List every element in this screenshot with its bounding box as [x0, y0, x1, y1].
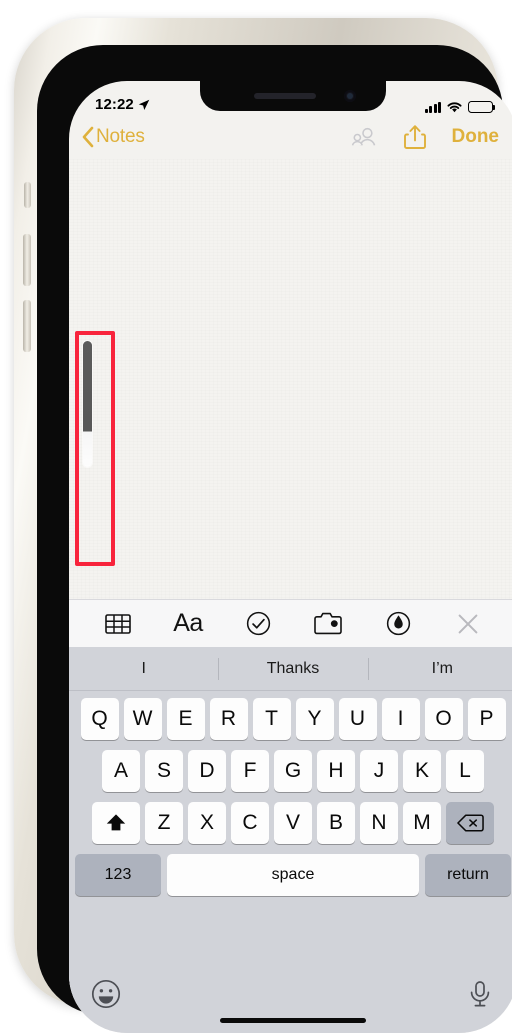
key-l[interactable]: L — [446, 750, 484, 792]
key-z[interactable]: Z — [145, 802, 183, 844]
key-e[interactable]: E — [166, 698, 205, 740]
key-y[interactable]: Y — [295, 698, 334, 740]
prediction-3[interactable]: I’m — [367, 647, 512, 691]
back-to-notes-button[interactable]: Notes — [81, 126, 145, 148]
emoji-smiley-icon[interactable] — [91, 979, 121, 1009]
back-button-label: Notes — [96, 126, 145, 147]
return-key[interactable]: return — [425, 854, 511, 896]
close-icon[interactable] — [447, 603, 489, 645]
device-screen: 12:22 Notes Done Aa I Thanks I’m Q W E R… — [69, 81, 512, 1033]
prediction-2[interactable]: Thanks — [218, 647, 367, 691]
volume-up-button[interactable] — [23, 234, 31, 286]
key-n[interactable]: N — [360, 802, 398, 844]
numbers-key[interactable]: 123 — [75, 854, 161, 896]
mute-switch[interactable] — [24, 182, 31, 208]
key-c[interactable]: C — [231, 802, 269, 844]
key-m[interactable]: M — [403, 802, 441, 844]
shift-icon[interactable] — [92, 802, 140, 844]
predictive-text-bar: I Thanks I’m — [69, 647, 512, 691]
device-bezel: 12:22 Notes Done Aa I Thanks I’m Q W E R… — [37, 45, 512, 1033]
nav-bar: Notes Done — [69, 115, 512, 159]
signal-bars-icon — [424, 101, 441, 113]
keyboard-row-2: A S D F G H J K L — [72, 750, 512, 792]
status-time-label: 12:22 — [95, 96, 134, 113]
key-k[interactable]: K — [403, 750, 441, 792]
key-u[interactable]: U — [338, 698, 377, 740]
key-t[interactable]: T — [252, 698, 291, 740]
keyboard: I Thanks I’m Q W E R T Y U I O P A S D F… — [69, 647, 512, 1033]
battery-full-icon — [468, 101, 496, 113]
key-g[interactable]: G — [274, 750, 312, 792]
key-w[interactable]: W — [123, 698, 162, 740]
delete-backspace-icon[interactable] — [446, 802, 494, 844]
key-d[interactable]: D — [188, 750, 226, 792]
key-i[interactable]: I — [381, 698, 420, 740]
key-b[interactable]: B — [317, 802, 355, 844]
space-key[interactable]: space — [167, 854, 419, 896]
location-arrow-icon — [138, 99, 150, 110]
key-r[interactable]: R — [209, 698, 248, 740]
share-icon[interactable] — [403, 124, 426, 150]
key-f[interactable]: F — [231, 750, 269, 792]
annotation-highlight-box — [75, 331, 115, 566]
text-format-icon[interactable]: Aa — [167, 603, 209, 645]
key-p[interactable]: P — [467, 698, 506, 740]
earpiece-speaker — [254, 93, 316, 99]
device-frame: 12:22 Notes Done Aa I Thanks I’m Q W E R… — [14, 18, 512, 1033]
key-a[interactable]: A — [102, 750, 140, 792]
key-v[interactable]: V — [274, 802, 312, 844]
markup-pen-icon[interactable] — [377, 603, 419, 645]
chevron-left-icon — [82, 126, 94, 148]
status-indicators — [424, 101, 496, 113]
key-j[interactable]: J — [360, 750, 398, 792]
wifi-icon — [447, 102, 462, 113]
volume-down-button[interactable] — [23, 300, 31, 352]
camera-icon[interactable] — [307, 603, 349, 645]
nav-actions: Done — [351, 124, 500, 150]
key-x[interactable]: X — [188, 802, 226, 844]
key-q[interactable]: Q — [80, 698, 119, 740]
key-rows: Q W E R T Y U I O P A S D F G H J K L Z … — [69, 691, 512, 971]
microphone-icon[interactable] — [465, 979, 495, 1009]
keyboard-row-3: Z X C V B N M — [72, 802, 512, 844]
table-icon[interactable] — [97, 603, 139, 645]
front-camera-icon — [344, 90, 356, 102]
status-time: 12:22 — [95, 96, 150, 113]
keyboard-row-4: 123 space return — [72, 854, 512, 896]
format-toolbar: Aa — [69, 599, 512, 647]
notch — [200, 81, 386, 111]
key-o[interactable]: O — [424, 698, 463, 740]
keyboard-row-1: Q W E R T Y U I O P — [72, 698, 512, 740]
add-person-icon[interactable] — [351, 126, 378, 148]
home-indicator[interactable] — [220, 1018, 366, 1023]
checklist-icon[interactable] — [237, 603, 279, 645]
prediction-1[interactable]: I — [69, 647, 218, 691]
done-button[interactable]: Done — [452, 126, 500, 148]
key-h[interactable]: H — [317, 750, 355, 792]
key-s[interactable]: S — [145, 750, 183, 792]
